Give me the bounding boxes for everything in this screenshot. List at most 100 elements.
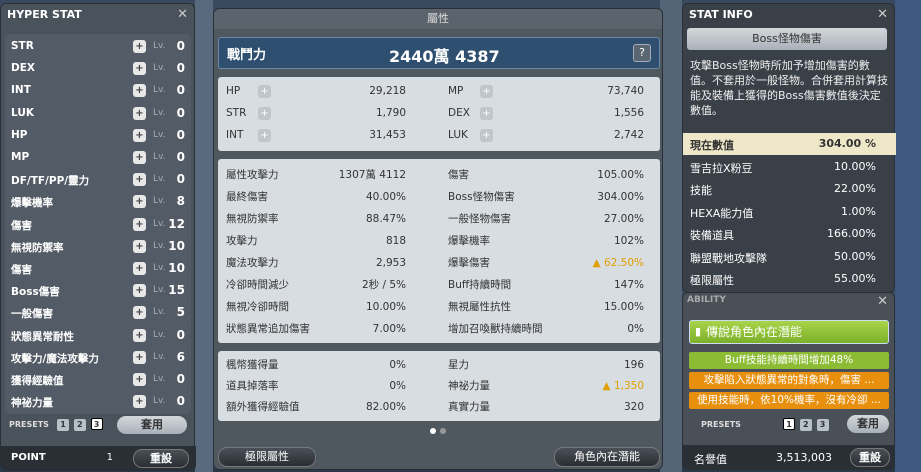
hyper-stat-level: 0 bbox=[176, 327, 185, 342]
close-icon[interactable]: ✕ bbox=[177, 7, 188, 22]
hyper-stat-row: 傷害 + Lv. 10 bbox=[11, 258, 189, 280]
ability-grade: ▮ 傳說角色內在潛能 bbox=[689, 320, 889, 344]
plus-icon[interactable]: + bbox=[133, 128, 146, 142]
attributes-window: 屬性 戰鬥力 2440萬 4387 ? HP 29,218 + MP 73,740 … bbox=[213, 8, 872, 470]
close-icon[interactable]: ✕ bbox=[877, 294, 888, 309]
hyper-stat-level: 0 bbox=[176, 105, 185, 120]
hyper-stat-name: 攻擊力/魔法攻擊力 bbox=[11, 352, 99, 365]
hyper-stat-row: 攻擊力/魔法攻擊力 + Lv. 6 bbox=[11, 347, 189, 369]
close-icon[interactable]: ✕ bbox=[877, 7, 888, 22]
plus-icon[interactable]: + bbox=[133, 306, 146, 320]
reset-button[interactable]: 重設 bbox=[133, 449, 189, 468]
hyper-stat-name: 爆擊機率 bbox=[11, 197, 53, 210]
plus-icon[interactable]: + bbox=[133, 395, 146, 409]
apply-button[interactable]: 套用 bbox=[117, 416, 187, 434]
hyper-stat-name: MP bbox=[11, 151, 30, 163]
stat-int: INT 31,453 bbox=[226, 129, 406, 141]
level-label: Lv. bbox=[153, 129, 166, 140]
plus-icon[interactable]: + bbox=[133, 284, 146, 298]
hyper-presets: PRESETS 1 2 3 套用 bbox=[5, 416, 191, 436]
stat-mp: MP 73,740 bbox=[448, 85, 644, 97]
stat-source-row: 聯盟戰地攻擊隊 50.00% bbox=[690, 249, 876, 265]
combat-power-value: 2440萬 4387 bbox=[389, 47, 500, 66]
hyper-stat-level: 0 bbox=[176, 150, 185, 164]
detail-stats-box: 屬性攻擊力 1307萬 4112 傷害 105.00% 最終傷害 40.00% Boss怪物… bbox=[218, 159, 660, 343]
plus-icon[interactable]: + bbox=[480, 85, 493, 98]
preset-1-button[interactable]: 1 bbox=[783, 418, 795, 430]
level-label: Lv. bbox=[153, 218, 166, 229]
fame-bar: 名譽值 3,513,003 重設 bbox=[682, 445, 895, 470]
level-label: Lv. bbox=[153, 152, 166, 162]
preset-3-button[interactable]: 3 bbox=[90, 418, 103, 430]
stat-source-row: 技能 22.00% bbox=[690, 182, 876, 197]
hyper-stat-name: DEX bbox=[11, 62, 35, 75]
detail-stat: 屬性攻擊力 1307萬 4112 bbox=[226, 169, 406, 181]
hyper-stat-row: HP + Lv. 0 bbox=[11, 125, 189, 147]
extra-stat: 真實力量 320 bbox=[448, 401, 644, 413]
hyper-stat-level: 8 bbox=[176, 194, 185, 209]
level-label: Lv. bbox=[153, 374, 166, 384]
level-label: Lv. bbox=[153, 63, 166, 74]
stat-source-row: 極限屬性 55.00% bbox=[690, 272, 876, 287]
stat-info-description: 攻擊Boss怪物時所加予增加傷害的數值。不套用於一般怪物。合併套用計算技能及裝備… bbox=[690, 59, 888, 117]
hyper-stat-name: 無視防禦率 bbox=[11, 241, 64, 254]
preset-3-button[interactable]: 3 bbox=[816, 419, 829, 431]
apply-button[interactable]: 套用 bbox=[847, 415, 889, 433]
plus-icon[interactable]: + bbox=[258, 85, 271, 98]
plus-icon[interactable]: + bbox=[133, 239, 146, 253]
extra-stat: 道具掉落率 0% bbox=[226, 380, 406, 392]
level-label: Lv. bbox=[153, 85, 166, 96]
preset-2-button[interactable]: 2 bbox=[799, 419, 812, 431]
ability-title: ABILITY bbox=[687, 295, 726, 305]
plus-icon[interactable]: + bbox=[258, 129, 271, 142]
plus-icon[interactable]: + bbox=[133, 106, 146, 120]
extra-stat: 楓幣獲得量 0% bbox=[226, 359, 406, 371]
plus-icon[interactable]: + bbox=[133, 84, 146, 98]
hyper-stat-title: HYPER STAT bbox=[7, 8, 82, 21]
stat-source-row: HEXA能力值 1.00% bbox=[690, 204, 876, 220]
plus-icon[interactable]: + bbox=[133, 62, 146, 76]
stat-hp: HP 29,218 bbox=[226, 85, 406, 97]
hyper-stat-row: 爆擊機率 + Lv. 8 bbox=[11, 191, 189, 213]
extra-stats-box: 楓幣獲得量 0% 星力 196 道具掉落率 0% 神祕力量 ▲ 1,350 額外獲得經驗值 82.… bbox=[218, 351, 660, 421]
page-dot[interactable] bbox=[430, 428, 436, 434]
detail-stat: 無視冷卻時間 10.00% bbox=[226, 301, 406, 313]
hyper-stat-level: 0 bbox=[176, 394, 185, 409]
preset-1-button[interactable]: 1 bbox=[57, 419, 69, 431]
plus-icon[interactable]: + bbox=[133, 173, 146, 187]
plus-icon[interactable]: + bbox=[258, 107, 271, 120]
reset-button[interactable]: 重設 bbox=[850, 448, 890, 467]
extra-stat: 額外獲得經驗值 82.00% bbox=[226, 401, 406, 413]
plus-icon[interactable]: + bbox=[133, 40, 146, 53]
level-label: Lv. bbox=[153, 240, 166, 251]
attributes-title: 屬性 bbox=[214, 9, 662, 29]
hyper-stat-row: 傷害 + Lv. 12 bbox=[11, 214, 189, 236]
plus-icon[interactable]: + bbox=[480, 129, 493, 142]
hyper-stat-row: LUK + Lv. 0 bbox=[11, 103, 189, 125]
ability-button[interactable]: 角色內在潛能 bbox=[554, 447, 660, 467]
preset-2-button[interactable]: 2 bbox=[73, 419, 86, 431]
stat-dex: DEX 1,556 bbox=[448, 107, 644, 119]
plus-icon[interactable]: + bbox=[133, 373, 146, 386]
detail-stat: 無視防禦率 88.47% bbox=[226, 213, 406, 225]
stat-str: STR 1,790 bbox=[226, 107, 406, 119]
plus-icon[interactable]: + bbox=[133, 217, 146, 231]
plus-icon[interactable]: + bbox=[480, 107, 493, 120]
help-button[interactable]: ? bbox=[633, 44, 651, 62]
hyper-stat-button[interactable]: 極限屬性 bbox=[218, 447, 316, 467]
plus-icon[interactable]: + bbox=[133, 151, 146, 164]
ability-line-2: 攻擊陷入狀態異常的對象時，傷害 ... bbox=[689, 372, 889, 389]
stat-info-subtitle: Boss怪物傷害 bbox=[687, 28, 887, 50]
plus-icon[interactable]: + bbox=[133, 350, 146, 364]
plus-icon[interactable]: + bbox=[133, 262, 146, 275]
page-dot[interactable] bbox=[440, 428, 446, 434]
plus-icon[interactable]: + bbox=[133, 328, 146, 342]
point-label: POINT bbox=[11, 452, 46, 463]
stat-info-title: STAT INFO bbox=[689, 8, 753, 21]
ability-line-3: 使用技能時，依10%機率，沒有冷卻 ... bbox=[689, 392, 889, 409]
extra-stat: 神祕力量 ▲ 1,350 bbox=[448, 380, 644, 392]
hyper-stat-row: 神祕力量 + Lv. 0 bbox=[11, 391, 189, 413]
plus-icon[interactable]: + bbox=[133, 195, 146, 209]
ability-window: ABILITY ✕ ▮ 傳說角色內在潛能 Buff技能持續時間增加48% 攻擊陷入… bbox=[682, 292, 895, 470]
hyper-stat-level: 5 bbox=[176, 305, 185, 320]
